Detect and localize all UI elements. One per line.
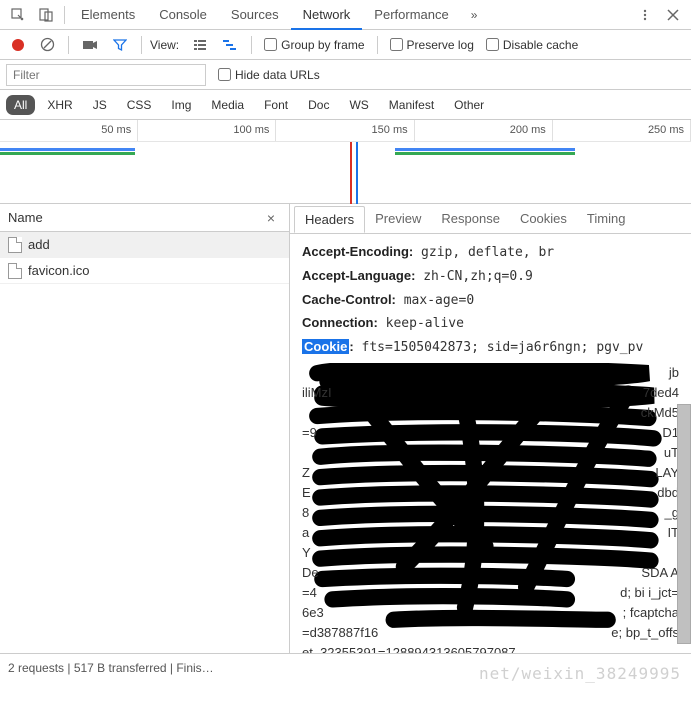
scrollbar-thumb[interactable]	[677, 404, 691, 644]
filter-icon[interactable]	[111, 36, 129, 54]
request-row[interactable]: favicon.ico	[0, 258, 289, 284]
type-all[interactable]: All	[6, 95, 35, 115]
type-js[interactable]: JS	[85, 95, 115, 115]
header-connection: Connection: keep-alive	[302, 313, 679, 335]
filter-bar: Hide data URLs	[0, 60, 691, 90]
separator	[377, 36, 378, 54]
detail-tab-timing[interactable]: Timing	[577, 205, 636, 232]
disable-cache-checkbox[interactable]: Disable cache	[486, 38, 578, 52]
type-manifest[interactable]: Manifest	[381, 95, 442, 115]
clear-icon[interactable]	[38, 36, 56, 54]
tick: 200 ms	[415, 120, 553, 141]
camera-icon[interactable]	[81, 36, 99, 54]
timeline[interactable]: 50 ms 100 ms 150 ms 200 ms 250 ms	[0, 120, 691, 204]
detail-tab-response[interactable]: Response	[431, 205, 510, 232]
record-button[interactable]	[12, 39, 24, 51]
kebab-menu-icon[interactable]	[636, 6, 654, 24]
request-list[interactable]: add favicon.ico	[0, 232, 289, 653]
type-other[interactable]: Other	[446, 95, 492, 115]
type-xhr[interactable]: XHR	[39, 95, 80, 115]
type-filter-bar: All XHR JS CSS Img Media Font Doc WS Man…	[0, 90, 691, 120]
tick: 150 ms	[276, 120, 414, 141]
tick: 100 ms	[138, 120, 276, 141]
file-icon	[8, 263, 22, 279]
preserve-log-checkbox[interactable]: Preserve log	[390, 38, 474, 52]
tick: 250 ms	[553, 120, 691, 141]
tab-elements[interactable]: Elements	[69, 1, 147, 28]
network-toolbar: View: Group by frame Preserve log Disabl…	[0, 30, 691, 60]
view-label: View:	[150, 38, 179, 52]
detail-tab-headers[interactable]: Headers	[294, 206, 365, 233]
request-name: add	[28, 237, 50, 252]
filter-input[interactable]	[6, 64, 206, 86]
file-icon	[8, 237, 22, 253]
detail-tab-preview[interactable]: Preview	[365, 205, 431, 232]
request-name: favicon.ico	[28, 263, 89, 278]
header-accept-language: Accept-Language: zh-CN,zh;q=0.9	[302, 266, 679, 288]
tab-performance[interactable]: Performance	[362, 1, 460, 28]
name-column-header[interactable]: Name ×	[0, 204, 289, 232]
type-media[interactable]: Media	[203, 95, 252, 115]
status-bar: 2 requests | 517 B transferred | Finis…	[0, 653, 691, 681]
tab-network[interactable]: Network	[291, 1, 363, 30]
separator	[251, 36, 252, 54]
request-row[interactable]: add	[0, 232, 289, 258]
hide-data-urls-checkbox[interactable]: Hide data URLs	[218, 68, 320, 82]
separator	[141, 36, 142, 54]
headers-body[interactable]: Accept-Encoding: gzip, deflate, br Accep…	[290, 234, 691, 653]
inspect-icon[interactable]	[9, 6, 27, 24]
devtools-tab-bar: Elements Console Sources Network Perform…	[0, 0, 691, 30]
tabs-overflow-icon[interactable]: »	[461, 2, 488, 28]
detail-pane: Headers Preview Response Cookies Timing …	[290, 204, 691, 653]
type-css[interactable]: CSS	[119, 95, 160, 115]
type-img[interactable]: Img	[163, 95, 199, 115]
detail-tab-bar: Headers Preview Response Cookies Timing	[290, 204, 691, 234]
header-cache-control: Cache-Control: max-age=0	[302, 290, 679, 312]
request-list-pane: Name × add favicon.ico	[0, 204, 290, 653]
type-ws[interactable]: WS	[341, 95, 376, 115]
header-cookie: Cookie: fts=1505042873; sid=ja6r6ngn; pg…	[302, 337, 679, 359]
separator	[64, 6, 65, 24]
redacted-cookie-body: jb iliMzI 7ded4 ckMd5 =9 D1 uT Z LAY E d…	[302, 363, 679, 653]
large-rows-icon[interactable]	[191, 36, 209, 54]
tab-sources[interactable]: Sources	[219, 1, 291, 28]
close-devtools-icon[interactable]	[664, 6, 682, 24]
detail-tab-cookies[interactable]: Cookies	[510, 205, 577, 232]
waterfall-view-icon[interactable]	[221, 36, 239, 54]
group-by-frame-checkbox[interactable]: Group by frame	[264, 38, 364, 52]
type-font[interactable]: Font	[256, 95, 296, 115]
device-toggle-icon[interactable]	[37, 6, 55, 24]
status-text: 2 requests | 517 B transferred | Finis…	[8, 661, 214, 675]
header-accept-encoding: Accept-Encoding: gzip, deflate, br	[302, 242, 679, 264]
type-doc[interactable]: Doc	[300, 95, 337, 115]
tab-console[interactable]: Console	[147, 1, 219, 28]
close-detail-icon[interactable]: ×	[261, 210, 281, 226]
separator	[68, 36, 69, 54]
main-panel: Name × add favicon.ico Headers Preview R…	[0, 204, 691, 653]
tick: 50 ms	[0, 120, 138, 141]
